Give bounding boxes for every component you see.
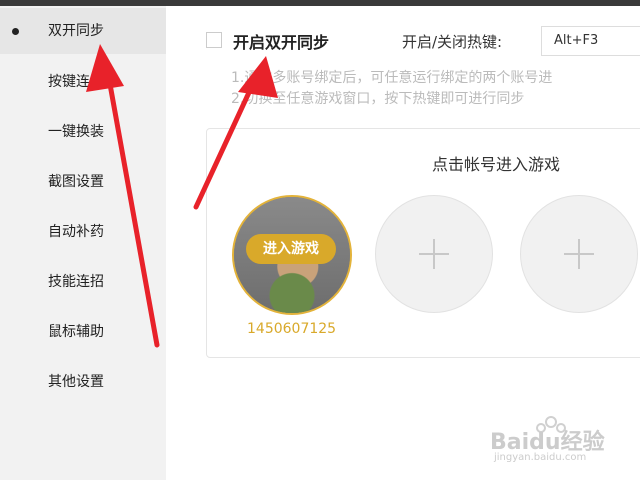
- active-indicator-dot: [12, 28, 19, 35]
- instruction-note-1: 1.通过多账号绑定后，可任意运行绑定的两个账号进: [231, 70, 553, 86]
- instruction-note-2: 2.切换至任意游戏窗口，按下热键即可进行同步: [231, 91, 525, 107]
- panel-title: 点击帐号进入游戏: [432, 155, 561, 174]
- sidebar-item-key-repeat[interactable]: 按键连发: [0, 59, 166, 105]
- account-id: 1450607125: [247, 321, 337, 337]
- enable-sync-checkbox[interactable]: [206, 32, 222, 48]
- sidebar-item-label: 按键连发: [48, 74, 104, 90]
- sidebar-item-screenshot[interactable]: 截图设置: [0, 159, 166, 205]
- hotkey-label: 开启/关闭热键:: [402, 33, 503, 51]
- enter-game-button[interactable]: 进入游戏: [246, 234, 336, 264]
- sidebar-item-skill-combo[interactable]: 技能连招: [0, 259, 166, 305]
- sidebar-item-label: 鼠标辅助: [48, 324, 104, 340]
- plus-icon: [419, 239, 449, 269]
- sidebar-item-mouse-assist[interactable]: 鼠标辅助: [0, 309, 166, 355]
- plus-icon: [564, 239, 594, 269]
- sidebar-item-label: 一键换装: [48, 124, 104, 140]
- sidebar-item-other-settings[interactable]: 其他设置: [0, 359, 166, 405]
- account-slot-filled[interactable]: 进入游戏: [232, 195, 352, 315]
- sidebar-item-label: 自动补药: [48, 224, 104, 240]
- sidebar-item-label: 其他设置: [48, 374, 104, 390]
- account-panel: 点击帐号进入游戏 进入游戏 1450607125: [206, 128, 640, 358]
- hotkey-input[interactable]: Alt+F3: [541, 26, 640, 56]
- sidebar-item-label: 截图设置: [48, 174, 104, 190]
- watermark-url: jingyan.baidu.com: [494, 452, 587, 463]
- sidebar-item-dual-sync[interactable]: 双开同步: [0, 8, 166, 54]
- sidebar-item-quick-outfit[interactable]: 一键换装: [0, 109, 166, 155]
- sidebar: 双开同步 按键连发 一键换装 截图设置 自动补药 技能连招 鼠标辅助 其他设置: [0, 6, 166, 480]
- sidebar-item-label: 双开同步: [48, 23, 104, 39]
- sync-title: 开启双开同步: [233, 33, 330, 52]
- sidebar-item-auto-potion[interactable]: 自动补药: [0, 209, 166, 255]
- account-slot-empty[interactable]: [375, 195, 493, 313]
- sidebar-item-label: 技能连招: [48, 274, 104, 290]
- account-slot-empty[interactable]: [520, 195, 638, 313]
